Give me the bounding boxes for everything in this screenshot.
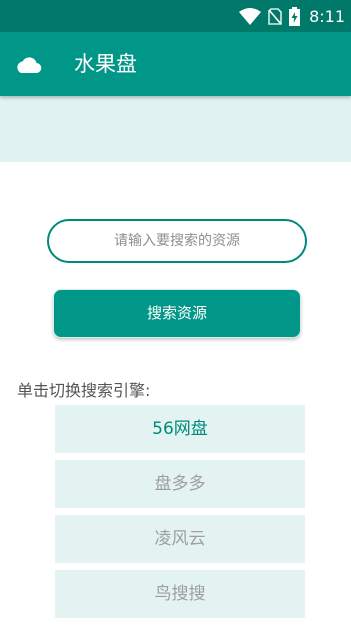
- wifi-icon: [239, 7, 262, 25]
- app-bar: 水果盘: [0, 32, 351, 96]
- cloud-icon: [17, 57, 42, 74]
- engine-item-niaosousou[interactable]: 鸟搜搜: [55, 570, 305, 618]
- search-input[interactable]: [47, 219, 307, 263]
- engine-item-panduoduo[interactable]: 盘多多: [55, 460, 305, 508]
- no-sim-icon: [268, 7, 282, 25]
- status-bar: 8:11: [0, 0, 351, 32]
- status-time: 8:11: [309, 6, 345, 26]
- search-button[interactable]: 搜索资源: [53, 289, 301, 338]
- engine-item-56wangpan[interactable]: 56网盘: [55, 405, 305, 453]
- engine-item-lingfengyun[interactable]: 凌风云: [55, 515, 305, 563]
- status-icons: 8:11: [239, 0, 345, 32]
- app-title: 水果盘: [74, 52, 137, 76]
- engine-switch-label: 单击切换搜索引擎:: [17, 381, 151, 400]
- engine-list: 56网盘 盘多多 凌风云 鸟搜搜: [55, 405, 305, 625]
- banner-area: [0, 96, 351, 162]
- battery-charging-icon: [289, 6, 301, 26]
